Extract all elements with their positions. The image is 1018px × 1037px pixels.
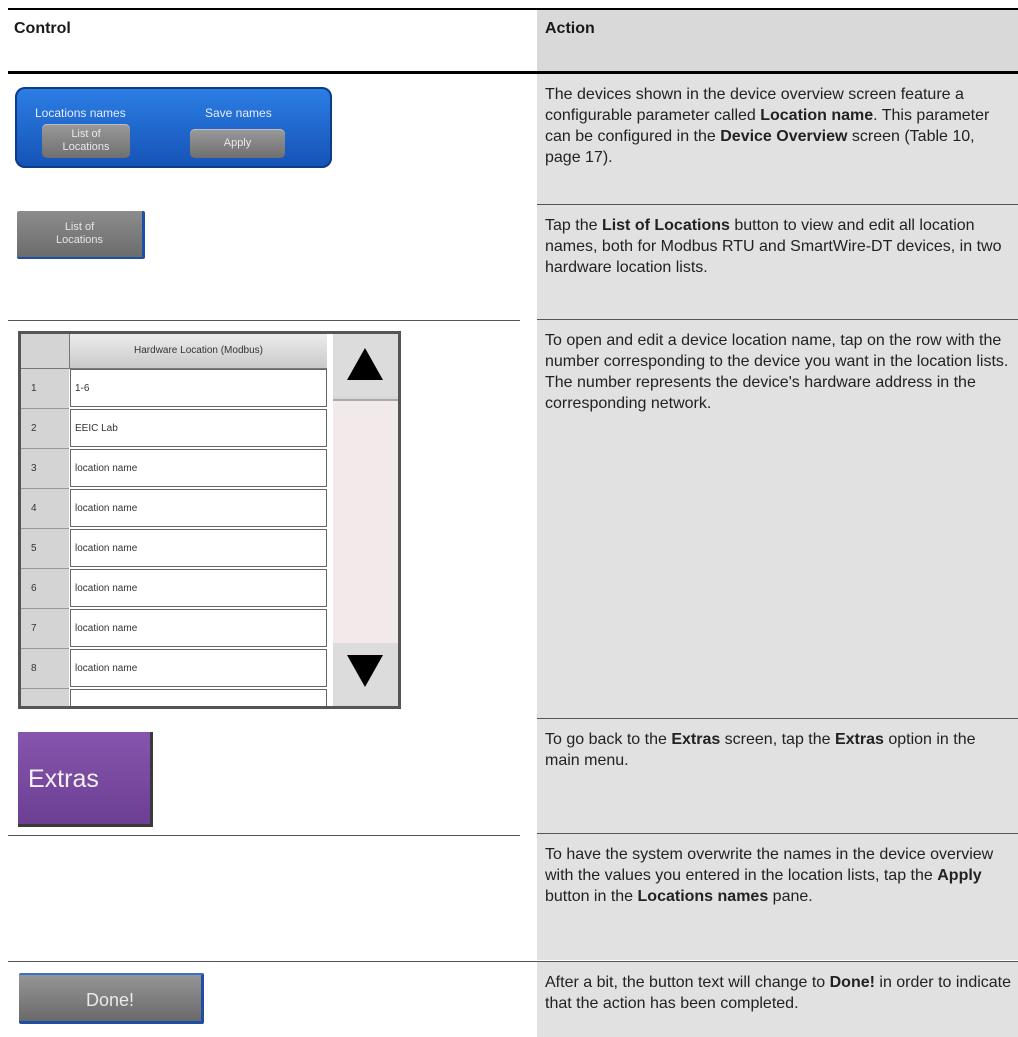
location-row[interactable]: location name	[70, 529, 327, 567]
action-cell-1: The devices shown in the device overview…	[537, 74, 1018, 204]
action-cell-5: To have the system overwrite the names i…	[537, 834, 1018, 960]
button-label-line2: Locations	[62, 141, 110, 153]
scroll-up-button[interactable]	[333, 334, 398, 396]
row-separator	[8, 835, 520, 836]
action-text-3: To open and edit a device location name,…	[545, 332, 1009, 412]
row-number[interactable]: 4	[21, 489, 69, 529]
extras-button[interactable]: Extras	[18, 732, 153, 827]
action-cell-2: Tap the List of Locations button to view…	[537, 205, 1018, 319]
done-button[interactable]: Done!	[19, 973, 204, 1024]
row-number[interactable]: 7	[21, 609, 69, 649]
action-text-2: Tap the List of Locations button to view…	[545, 217, 1002, 276]
action-cell-6: After a bit, the button text will change…	[537, 962, 1018, 1037]
location-row-partial	[70, 689, 327, 706]
row-number[interactable]: 1	[21, 369, 69, 409]
action-text-1: The devices shown in the device overview…	[545, 86, 990, 166]
row-number-header	[21, 334, 70, 369]
arrow-up-icon	[347, 348, 383, 380]
row-separator	[8, 320, 520, 321]
hardware-location-list: Hardware Location (Modbus) 1 1-6 2 EEIC …	[18, 331, 401, 709]
button-label-line1: List of	[71, 128, 101, 140]
row-number[interactable]: 8	[21, 649, 69, 689]
list-of-locations-button[interactable]: List of Locations	[17, 211, 145, 259]
action-cell-3: To open and edit a device location name,…	[537, 320, 1018, 718]
locations-names-pane: Locations names Save names List of Locat…	[15, 87, 332, 168]
row-number-partial	[21, 689, 69, 706]
control-column-header: Control	[14, 20, 71, 37]
locations-names-label: Locations names	[35, 106, 126, 120]
list-of-locations-button[interactable]: List of Locations	[42, 124, 130, 158]
action-text-5: To have the system overwrite the names i…	[545, 846, 994, 905]
row-number[interactable]: 3	[21, 449, 69, 489]
location-row[interactable]: location name	[70, 489, 327, 527]
arrow-down-icon	[347, 655, 383, 687]
row-number[interactable]: 2	[21, 409, 69, 449]
scroll-down-button[interactable]	[333, 643, 398, 705]
scrollbar[interactable]	[333, 334, 398, 706]
button-label-line1: List of	[64, 221, 95, 233]
apply-button[interactable]: Apply	[190, 129, 285, 158]
hardware-location-header: Hardware Location (Modbus)	[70, 334, 327, 369]
action-cell-4: To go back to the Extras screen, tap the…	[537, 719, 1018, 833]
scroll-track[interactable]	[333, 399, 398, 643]
location-row[interactable]: location name	[70, 449, 327, 487]
location-row[interactable]: location name	[70, 569, 327, 607]
action-text-6: After a bit, the button text will change…	[545, 974, 1012, 1012]
save-names-label: Save names	[205, 106, 272, 120]
row-number[interactable]: 5	[21, 529, 69, 569]
action-text-4: To go back to the Extras screen, tap the…	[545, 731, 976, 769]
location-row[interactable]: 1-6	[70, 369, 327, 407]
location-row[interactable]: location name	[70, 609, 327, 647]
action-column-header: Action	[545, 20, 595, 37]
action-header-background	[537, 10, 1018, 71]
button-label-line2: Locations	[55, 234, 104, 246]
row-number[interactable]: 6	[21, 569, 69, 609]
location-row[interactable]: location name	[70, 649, 327, 687]
location-row[interactable]: EEIC Lab	[70, 409, 327, 447]
